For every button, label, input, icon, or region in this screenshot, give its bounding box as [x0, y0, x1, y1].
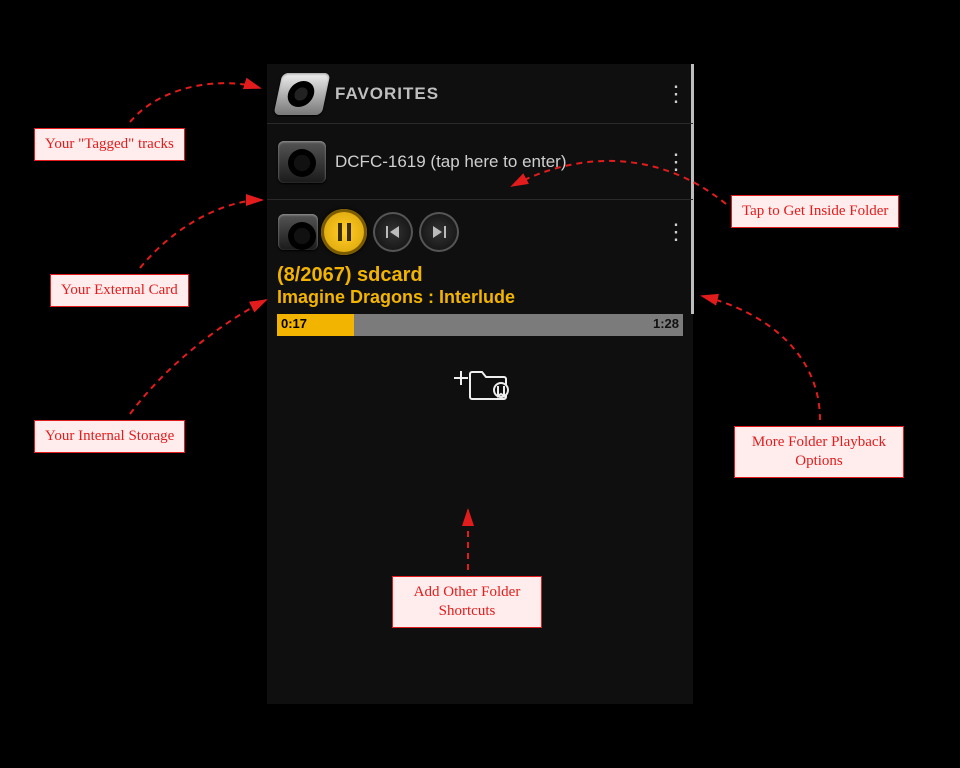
pause-button[interactable] — [321, 209, 367, 255]
favorites-label: FAVORITES — [335, 84, 665, 104]
callout-tagged-tracks: Your "Tagged" tracks — [34, 128, 185, 161]
nowplaying-meta: (8/2067) sdcard Imagine Dragons : Interl… — [267, 260, 693, 310]
folder-label: DCFC-1619 (tap here to enter) — [335, 152, 665, 172]
add-bookmark-folder-icon — [448, 360, 512, 406]
callout-more-options: More Folder Playback Options — [734, 426, 904, 478]
skip-prev-icon — [384, 223, 402, 241]
track-counter: (8/2067) sdcard — [277, 264, 683, 287]
tagged-tracks-icon — [275, 70, 329, 118]
sdcard-more-button[interactable]: ⋮ — [665, 219, 685, 245]
folder-icon — [275, 138, 329, 186]
elapsed-time: 0:17 — [281, 316, 307, 331]
sdcard-row: ⋮ — [267, 200, 693, 260]
folder-playing-icon — [275, 208, 321, 256]
total-time: 1:28 — [653, 316, 679, 331]
favorites-more-button[interactable]: ⋮ — [665, 81, 685, 107]
callout-internal-storage: Your Internal Storage — [34, 420, 185, 453]
folder-row[interactable]: DCFC-1619 (tap here to enter) ⋮ — [267, 124, 693, 200]
prev-track-button[interactable] — [373, 212, 413, 252]
add-folder-shortcut-button[interactable] — [267, 360, 693, 411]
favorites-row[interactable]: FAVORITES ⋮ — [267, 64, 693, 124]
callout-enter-folder: Tap to Get Inside Folder — [731, 195, 899, 228]
callout-external-card: Your External Card — [50, 274, 189, 307]
track-title: Imagine Dragons : Interlude — [277, 287, 683, 308]
callout-add-shortcut: Add Other Folder Shortcuts — [392, 576, 542, 628]
skip-next-icon — [430, 223, 448, 241]
folder-more-button[interactable]: ⋮ — [665, 149, 685, 175]
progress-bar[interactable]: 0:17 1:28 — [277, 314, 683, 336]
next-track-button[interactable] — [419, 212, 459, 252]
